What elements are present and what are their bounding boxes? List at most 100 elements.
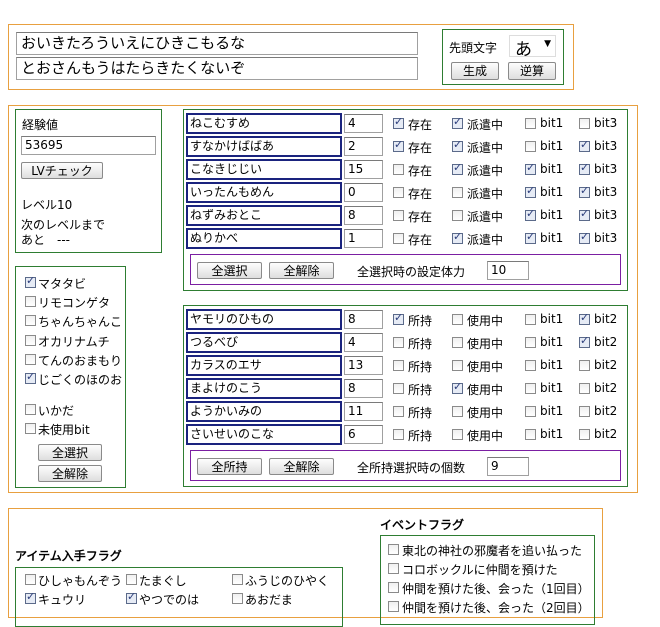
lv-check-button[interactable]: LVチェック [21, 162, 103, 179]
equipment-flag-checkbox[interactable] [25, 370, 36, 384]
monster-flag-checkbox[interactable] [452, 230, 463, 244]
monster-clear-all-button[interactable]: 全解除 [269, 262, 334, 279]
item-get-checkbox[interactable] [25, 590, 36, 604]
event-flag-checkbox[interactable] [388, 601, 399, 612]
monster-flag-checkbox[interactable] [525, 141, 536, 152]
head-char-label: 先頭文字 [449, 41, 498, 55]
monster-flag-checkbox[interactable] [579, 207, 590, 221]
item-get-label: ふうじのひやく [245, 574, 330, 588]
item-flag-checkbox[interactable] [452, 360, 463, 371]
monster-flag-checkbox[interactable] [393, 138, 404, 152]
monster-select-all-button[interactable]: 全選択 [197, 262, 262, 279]
monster-flag-checkbox[interactable] [452, 187, 463, 198]
monster-flag-checkbox[interactable] [452, 210, 463, 221]
item-value-input[interactable]: 8 [344, 379, 383, 398]
item-flag-checkbox[interactable] [452, 314, 463, 325]
item-flag-checkbox[interactable] [452, 429, 463, 440]
item-get-checkbox[interactable] [232, 593, 243, 604]
item-flag-checkbox[interactable] [525, 337, 536, 348]
item-count-input[interactable]: 9 [487, 457, 529, 476]
item-clear-all-button[interactable]: 全解除 [269, 458, 334, 475]
item-value-input[interactable]: 6 [344, 425, 383, 444]
equipment-flag-checkbox[interactable] [25, 274, 36, 288]
item-flag-checkbox[interactable] [393, 337, 404, 348]
monster-flag-checkbox[interactable] [579, 161, 590, 175]
item-value-input[interactable]: 11 [344, 402, 383, 421]
monster-flag-checkbox[interactable] [525, 184, 536, 198]
item-flag-checkbox[interactable] [579, 360, 590, 371]
equipment-flag-checkbox[interactable] [25, 296, 36, 307]
left-select-all-button[interactable]: 全選択 [38, 444, 102, 461]
event-flag-checkbox[interactable] [388, 563, 399, 574]
monster-flag-checkbox[interactable] [525, 161, 536, 175]
exp-input[interactable]: 53695 [21, 136, 156, 155]
item-flag-checkbox[interactable] [579, 334, 590, 348]
monster-hp-input[interactable]: 10 [487, 261, 529, 280]
monster-value-input[interactable]: 1 [344, 229, 383, 248]
item-get-checkbox[interactable] [232, 574, 243, 585]
item-flag-label: bit2 [594, 381, 618, 395]
item-flag-checkbox[interactable] [525, 406, 536, 417]
monster-value-input[interactable]: 8 [344, 206, 383, 225]
item-flag-checkbox[interactable] [452, 380, 463, 394]
monster-flag-checkbox[interactable] [525, 230, 536, 244]
item-flag-checkbox[interactable] [525, 383, 536, 394]
reverse-calc-button[interactable]: 逆算 [508, 62, 556, 80]
item-flag-checkbox[interactable] [525, 314, 536, 325]
monster-flag-checkbox[interactable] [393, 164, 404, 175]
item-flag-checkbox[interactable] [393, 429, 404, 440]
equipment-flag-checkbox[interactable] [25, 335, 36, 346]
password-line-1[interactable]: おいきたろういえにひきこもるな [16, 32, 418, 55]
item-flag-checkbox[interactable] [452, 406, 463, 417]
generate-button[interactable]: 生成 [451, 62, 499, 80]
item-flag-checkbox[interactable] [525, 360, 536, 371]
monster-flag-checkbox[interactable] [579, 184, 590, 198]
monster-value-input[interactable]: 0 [344, 183, 383, 202]
monster-flag-checkbox[interactable] [525, 118, 536, 129]
left-clear-all-button[interactable]: 全解除 [38, 465, 102, 482]
monster-flag-checkbox[interactable] [452, 115, 463, 129]
monster-value-input[interactable]: 4 [344, 114, 383, 133]
head-char-select[interactable]: あ ▼ [509, 35, 556, 60]
extra-flag-checkbox[interactable] [25, 423, 36, 434]
item-flag-checkbox[interactable] [393, 311, 404, 325]
item-flag-checkbox[interactable] [393, 383, 404, 394]
item-get-checkbox[interactable] [126, 590, 137, 604]
event-flag-checkbox[interactable] [388, 544, 399, 555]
event-flag-checkbox[interactable] [388, 582, 399, 593]
item-flag-checkbox[interactable] [579, 406, 590, 417]
monster-flag-checkbox[interactable] [393, 187, 404, 198]
monster-flag-checkbox[interactable] [452, 138, 463, 152]
monster-flag-checkbox[interactable] [452, 161, 463, 175]
item-flag-checkbox[interactable] [579, 429, 590, 440]
item-own-all-button[interactable]: 全所持 [197, 458, 262, 475]
item-value-input[interactable]: 8 [344, 310, 383, 329]
item-value-input[interactable]: 13 [344, 356, 383, 375]
monster-flag-checkbox[interactable] [525, 207, 536, 221]
item-name: つるべび [186, 332, 342, 353]
equipment-flag-checkbox[interactable] [25, 354, 36, 365]
item-flag-checkbox[interactable] [579, 311, 590, 325]
equipment-flag-checkbox[interactable] [25, 315, 36, 326]
monster-value-input[interactable]: 2 [344, 137, 383, 156]
monster-flag-checkbox[interactable] [579, 118, 590, 129]
monster-flag-checkbox[interactable] [579, 138, 590, 152]
item-get-checkbox[interactable] [126, 574, 137, 585]
item-flag-checkbox[interactable] [525, 429, 536, 440]
monster-flag-checkbox[interactable] [579, 230, 590, 244]
extra-flag-checkbox[interactable] [25, 404, 36, 415]
monster-flag-label: 派遣中 [467, 164, 504, 178]
item-get-checkbox[interactable] [25, 574, 36, 585]
monster-flag-checkbox[interactable] [393, 210, 404, 221]
password-line-2[interactable]: とおさんもうはたらきたくないぞ [16, 57, 418, 80]
item-flag-checkbox[interactable] [452, 337, 463, 348]
monster-flag-checkbox[interactable] [393, 233, 404, 244]
item-count-label: 全所持選択時の個数 [357, 461, 466, 475]
item-value-input[interactable]: 4 [344, 333, 383, 352]
monster-flag-label: bit3 [594, 185, 618, 199]
monster-flag-checkbox[interactable] [393, 115, 404, 129]
item-flag-checkbox[interactable] [393, 406, 404, 417]
item-flag-checkbox[interactable] [393, 360, 404, 371]
item-flag-checkbox[interactable] [579, 383, 590, 394]
monster-value-input[interactable]: 15 [344, 160, 383, 179]
